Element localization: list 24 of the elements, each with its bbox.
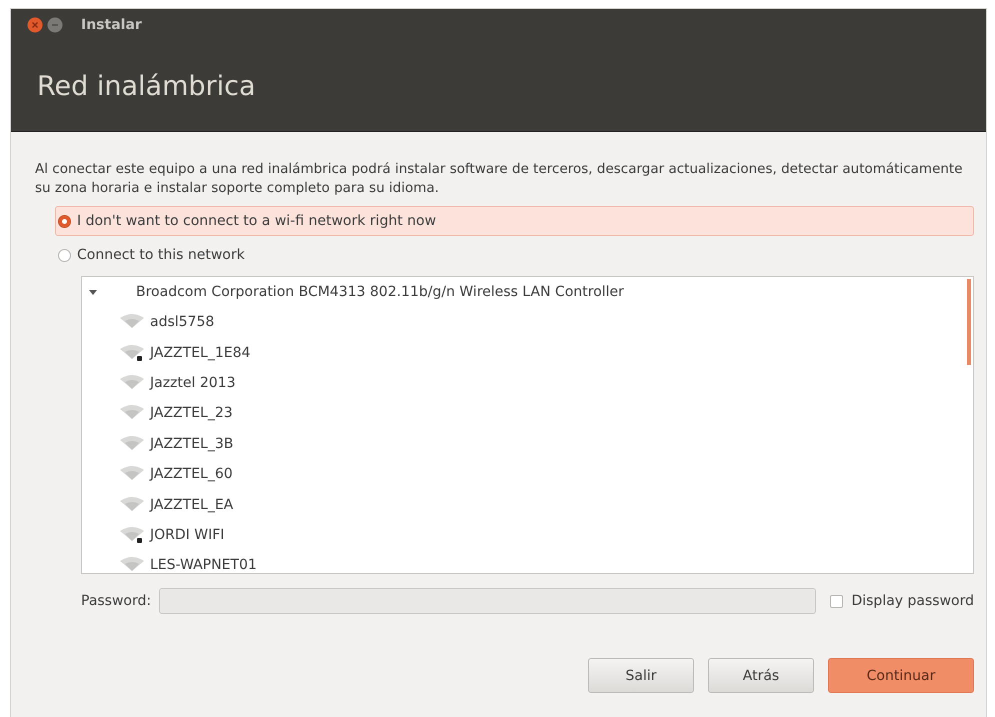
description-text: Al conectar este equipo a una red inalámbrica podrá instalar software de terceros, descargar actualizaciones, detectar automáticamente su zona horaria e instalar soporte completo para su idioma. <box>35 160 964 198</box>
network-item[interactable]: LES-WAPNET01 <box>82 550 967 573</box>
radio-option[interactable]: I don't want to connect to a wi-fi network right now <box>55 206 974 236</box>
dialog-button[interactable]: Salir <box>588 658 694 693</box>
network-item[interactable]: adsl5758 <box>82 307 967 338</box>
password-label: Password: <box>81 593 152 609</box>
network-item[interactable]: JORDI WIFI <box>82 520 967 550</box>
display-password-checkbox[interactable]: Display password <box>830 593 974 609</box>
page-heading: Red inalámbrica <box>37 70 256 102</box>
network-item[interactable]: JAZZTEL_1E84 <box>82 337 967 368</box>
network-item[interactable]: JAZZTEL_EA <box>82 489 967 520</box>
network-item[interactable]: JAZZTEL_23 <box>82 398 967 429</box>
expander-icon[interactable] <box>88 287 98 297</box>
network-item[interactable]: JAZZTEL_3B <box>82 428 967 459</box>
network-item[interactable]: JAZZTEL_60 <box>82 458 967 490</box>
dialog-button[interactable]: Atrás <box>708 658 814 693</box>
scroll-thumb[interactable] <box>967 279 971 365</box>
minimize-icon[interactable] <box>47 17 63 33</box>
close-icon[interactable] <box>27 17 43 33</box>
radio-option[interactable]: Connect to this network <box>55 240 974 270</box>
tree-item[interactable]: Broadcom Corporation BCM4313 802.11b/g/n Wireless LAN Controller <box>82 277 967 307</box>
continue-button[interactable]: Continuar <box>828 658 974 693</box>
network-item[interactable]: Jazztel 2013 <box>82 368 967 398</box>
window-title: Instalar <box>81 17 142 33</box>
